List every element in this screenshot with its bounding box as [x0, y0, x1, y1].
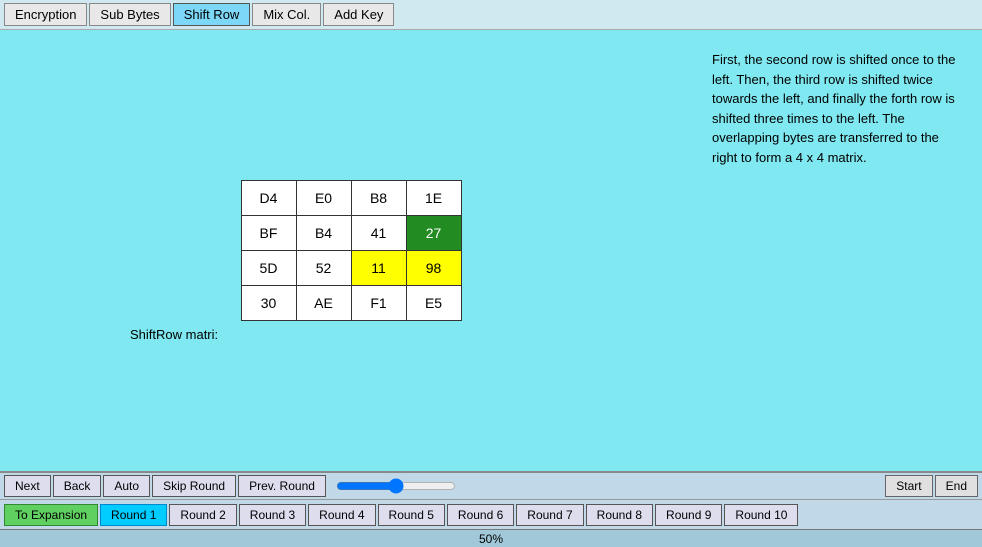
status-bar: 50% [0, 529, 982, 547]
cell-r1c1: B4 [296, 215, 351, 250]
table-row: BF B4 41 27 [241, 215, 461, 250]
cell-r0c2: B8 [351, 180, 406, 215]
slider-area [328, 478, 613, 494]
to-expansion-button[interactable]: To Expansion [4, 504, 98, 526]
next-button[interactable]: Next [4, 475, 51, 497]
table-row: D4 E0 B8 1E [241, 180, 461, 215]
round-2-button[interactable]: Round 2 [169, 504, 236, 526]
nav-row2: To Expansion Round 1 Round 2 Round 3 Rou… [0, 500, 982, 529]
cell-r2c3: 98 [406, 250, 461, 285]
round-9-button[interactable]: Round 9 [655, 504, 722, 526]
table-row: 5D 52 11 98 [241, 250, 461, 285]
matrix-label: ShiftRow matri: [130, 327, 218, 342]
tab-mix-col[interactable]: Mix Col. [252, 3, 321, 26]
round-1-button[interactable]: Round 1 [100, 504, 167, 526]
cell-r1c2: 41 [351, 215, 406, 250]
status-text: 50% [479, 532, 503, 546]
cell-r3c3: E5 [406, 285, 461, 320]
tab-encryption[interactable]: Encryption [4, 3, 87, 26]
cell-r2c0: 5D [241, 250, 296, 285]
cell-r0c1: E0 [296, 180, 351, 215]
main-content: D4 E0 B8 1E BF B4 41 27 5D 52 11 98 30 A… [0, 30, 982, 471]
cell-r1c3: 27 [406, 215, 461, 250]
bottom-navigation: Next Back Auto Skip Round Prev. Round St… [0, 471, 982, 529]
shift-row-matrix: D4 E0 B8 1E BF B4 41 27 5D 52 11 98 30 A… [241, 180, 462, 321]
table-row: 30 AE F1 E5 [241, 285, 461, 320]
prev-round-button[interactable]: Prev. Round [238, 475, 326, 497]
round-10-button[interactable]: Round 10 [724, 504, 798, 526]
back-button[interactable]: Back [53, 475, 102, 497]
tab-sub-bytes[interactable]: Sub Bytes [89, 3, 170, 26]
cell-r2c2: 11 [351, 250, 406, 285]
description-text: First, the second row is shifted once to… [712, 50, 967, 167]
skip-round-button[interactable]: Skip Round [152, 475, 236, 497]
matrix-area: D4 E0 B8 1E BF B4 41 27 5D 52 11 98 30 A… [0, 30, 702, 471]
nav-row1: Next Back Auto Skip Round Prev. Round St… [0, 473, 982, 500]
auto-button[interactable]: Auto [103, 475, 150, 497]
cell-r1c0: BF [241, 215, 296, 250]
round-6-button[interactable]: Round 6 [447, 504, 514, 526]
cell-r3c1: AE [296, 285, 351, 320]
tab-shift-row[interactable]: Shift Row [173, 3, 251, 26]
cell-r0c3: 1E [406, 180, 461, 215]
round-3-button[interactable]: Round 3 [239, 504, 306, 526]
tab-add-key[interactable]: Add Key [323, 3, 394, 26]
start-button[interactable]: Start [885, 475, 932, 497]
progress-slider[interactable] [336, 478, 456, 494]
tab-bar: Encryption Sub Bytes Shift Row Mix Col. … [0, 0, 982, 30]
cell-r2c1: 52 [296, 250, 351, 285]
round-4-button[interactable]: Round 4 [308, 504, 375, 526]
round-7-button[interactable]: Round 7 [516, 504, 583, 526]
cell-r3c0: 30 [241, 285, 296, 320]
round-5-button[interactable]: Round 5 [378, 504, 445, 526]
cell-r3c2: F1 [351, 285, 406, 320]
description-area: First, the second row is shifted once to… [702, 30, 982, 471]
round-8-button[interactable]: Round 8 [586, 504, 653, 526]
end-button[interactable]: End [935, 475, 978, 497]
cell-r0c0: D4 [241, 180, 296, 215]
